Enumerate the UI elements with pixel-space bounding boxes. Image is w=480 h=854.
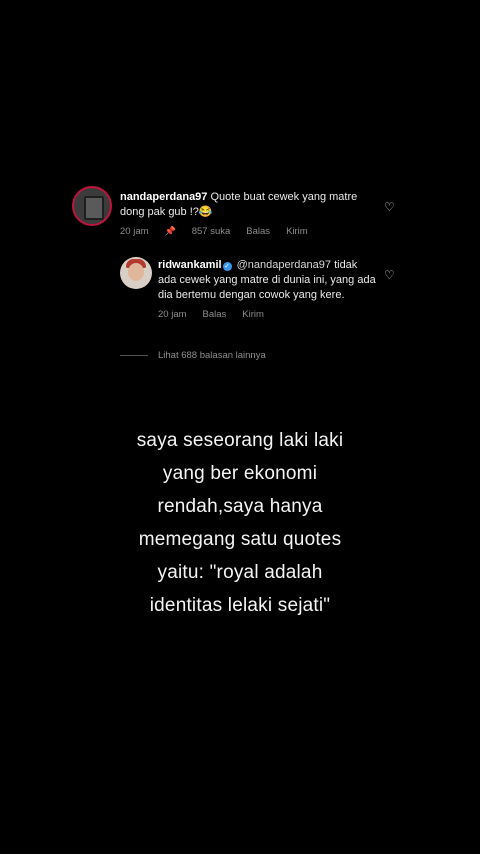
commenter-avatar[interactable] (72, 186, 112, 226)
caption-line: rendah,saya hanya (157, 496, 323, 517)
comment-time: 20 jam (120, 226, 149, 237)
reply-username[interactable]: ridwankamil (158, 259, 222, 271)
replier-avatar[interactable] (120, 257, 152, 289)
heart-icon[interactable]: ♡ (384, 200, 395, 214)
view-more-replies[interactable]: Lihat 688 balasan lainnya (120, 350, 266, 361)
reply-mention[interactable]: @nandaperdana97 (237, 259, 331, 271)
caption-line: yaitu: "royal adalah (157, 562, 323, 583)
divider-line (120, 355, 148, 356)
verified-badge-icon: ✓ (222, 262, 232, 271)
view-more-replies-label[interactable]: Lihat 688 balasan lainnya (158, 350, 266, 361)
heart-icon[interactable]: ♡ (384, 268, 395, 282)
comment-body: nandaperdana97 Quote buat cewek yang mat… (120, 190, 370, 237)
comment-likes[interactable]: 857 suka (192, 226, 231, 237)
reply-text-block: ridwankamil ✓ @nandaperdana97 tidak ada c… (158, 258, 378, 303)
reply-body: ridwankamil ✓ @nandaperdana97 tidak ada c… (158, 258, 378, 320)
reply-time: 20 jam (158, 309, 187, 320)
comment-reply-button[interactable]: Balas (246, 226, 270, 237)
comment-meta: 20 jam 📌 857 suka Balas Kirim (120, 226, 370, 237)
reply-send-button[interactable]: Kirim (242, 309, 264, 320)
caption-line: identitas lelaki sejati" (149, 595, 331, 616)
comment-text-block: nandaperdana97 Quote buat cewek yang mat… (120, 190, 370, 220)
pin-icon: 📌 (164, 226, 176, 236)
comment-send-button[interactable]: Kirim (286, 226, 308, 237)
caption: saya seseorang laki laki yang ber ekonom… (40, 424, 440, 622)
caption-line: saya seseorang laki laki (136, 430, 344, 451)
reply-meta: 20 jam Balas Kirim (158, 309, 378, 320)
caption-line: memegang satu quotes (138, 529, 342, 550)
comment-username[interactable]: nandaperdana97 (120, 191, 207, 203)
caption-line: yang ber ekonomi (162, 463, 318, 484)
reply-reply-button[interactable]: Balas (203, 309, 227, 320)
